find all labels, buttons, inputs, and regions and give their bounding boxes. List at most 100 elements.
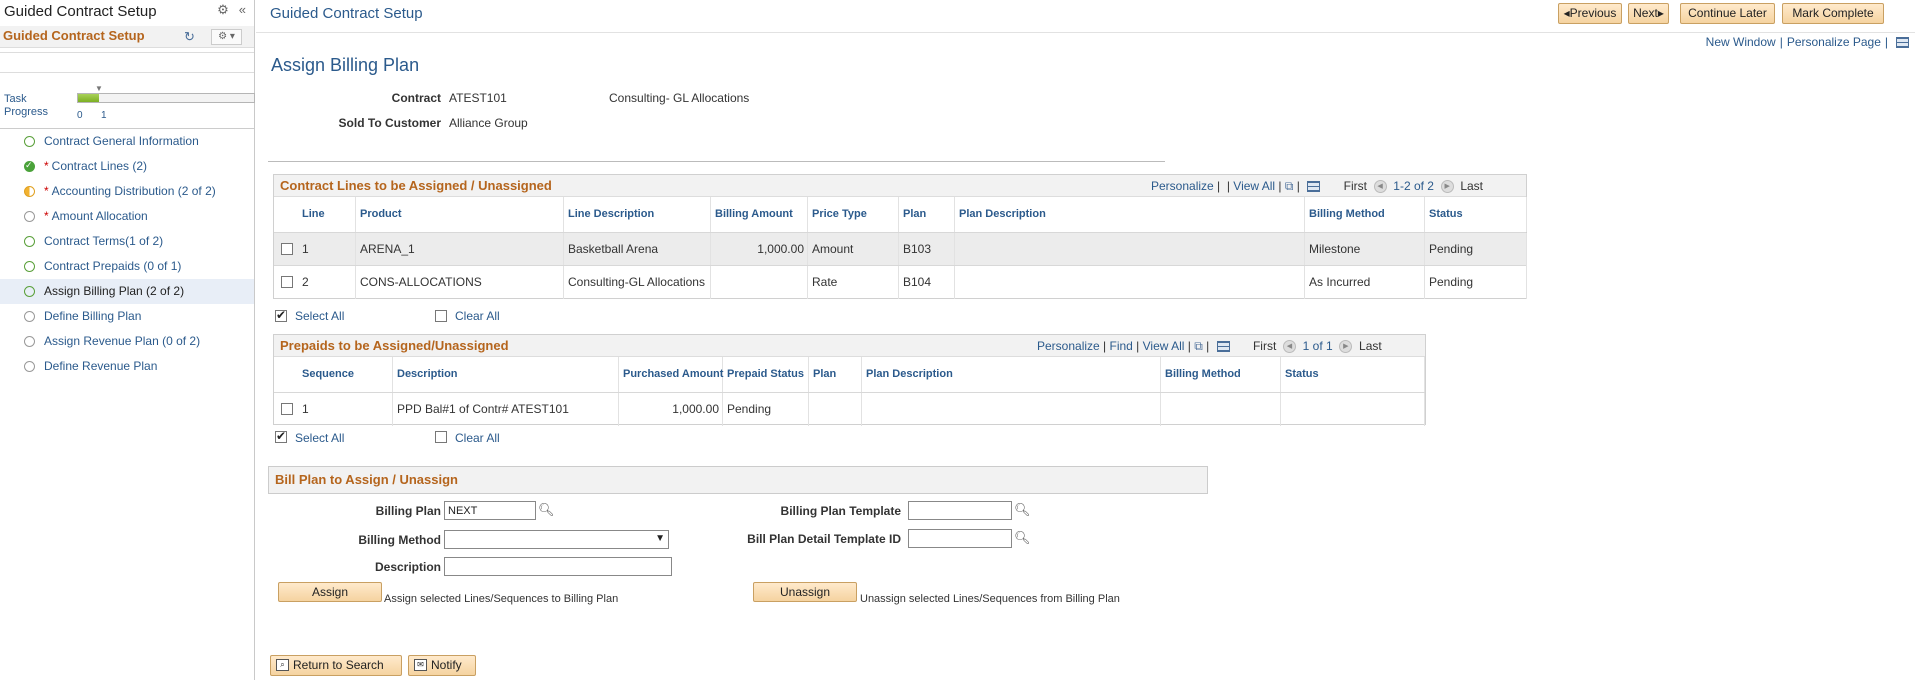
step-item[interactable]: Assign Revenue Plan (0 of 2) [0, 329, 254, 354]
step-item[interactable]: *Contract Lines (2) [0, 153, 254, 179]
refresh-icon[interactable]: ↻ [184, 29, 195, 45]
cell-plan [809, 393, 862, 426]
column-header[interactable]: Plan [899, 197, 955, 232]
mark-complete-button[interactable]: Mark Complete [1782, 3, 1884, 24]
column-header[interactable]: Price Type [808, 197, 899, 232]
return-to-search-label: Return to Search [293, 658, 384, 672]
download-grid-icon[interactable] [1216, 341, 1230, 353]
step-item[interactable]: Contract General Information [0, 129, 254, 154]
row-checkbox[interactable] [281, 276, 293, 288]
collapse-icon[interactable]: « [239, 2, 246, 17]
required-marker: * [44, 184, 49, 198]
description-input[interactable] [444, 557, 672, 576]
settings-icon[interactable]: ⚙ [217, 2, 229, 17]
step-item[interactable]: Contract Prepaids (0 of 1) [0, 254, 254, 279]
cell-product: CONS-ALLOCATIONS [356, 266, 564, 299]
view-all-link[interactable]: View All [1233, 179, 1275, 193]
select-all-checkbox[interactable] [275, 308, 287, 322]
column-header[interactable]: Billing Method [1161, 357, 1281, 392]
clear-all-link[interactable]: Clear All [455, 309, 500, 323]
prepaids-clear-all-link[interactable]: Clear All [455, 431, 500, 445]
column-header[interactable]: Description [393, 357, 619, 392]
column-header[interactable]: Plan [809, 357, 862, 392]
column-header[interactable]: Status [1425, 197, 1527, 232]
billing-method-select[interactable]: ▼ [444, 530, 669, 549]
step-item[interactable]: * Accounting Distribution (2 of 2) [0, 179, 254, 204]
next-row-icon[interactable]: ▶ [1339, 340, 1353, 354]
column-header[interactable]: Line Description [564, 197, 711, 232]
template-lookup-icon[interactable]: 🔍︎ [1014, 502, 1031, 518]
return-to-search-button[interactable]: ⌕ Return to Search [270, 655, 402, 676]
contract-lines-grid: Contract Lines to be Assigned / Unassign… [273, 174, 1527, 299]
column-header[interactable]: Plan Description [862, 357, 1161, 392]
personalize-page-link[interactable]: Personalize Page [1787, 35, 1881, 49]
assign-button[interactable]: Assign [278, 582, 382, 602]
column-header[interactable]: Status [1281, 357, 1425, 392]
row-checkbox[interactable] [281, 403, 293, 415]
prepaids-select-all-checkbox[interactable] [275, 429, 287, 443]
zoom-icon[interactable]: ⧉ [1194, 339, 1203, 353]
column-header[interactable]: Plan Description [955, 197, 1305, 232]
step-status-icon [24, 286, 35, 297]
prepaids-clear-all-checkbox[interactable] [435, 431, 447, 443]
step-item[interactable]: Assign Billing Plan (2 of 2) [0, 279, 254, 304]
search-icon: ⌕ [276, 659, 289, 671]
cell-plan[interactable]: B103 [899, 233, 955, 266]
clear-all-checkbox[interactable] [435, 310, 447, 322]
cell-plan[interactable]: B104 [899, 266, 955, 299]
continue-later-button[interactable]: Continue Later [1680, 3, 1775, 24]
help-grid-icon[interactable] [1896, 37, 1909, 49]
previous-row-icon[interactable]: ◀ [1373, 180, 1387, 194]
billing-plan-lookup-icon[interactable]: 🔍︎ [538, 502, 555, 518]
step-status-icon [24, 186, 35, 197]
notify-button[interactable]: ✉ Notify [408, 655, 476, 676]
download-grid-icon[interactable] [1307, 181, 1321, 193]
row-checkbox[interactable] [281, 243, 293, 255]
progress-marker-icon: ▼ [95, 84, 103, 93]
new-window-link[interactable]: New Window [1706, 35, 1776, 49]
step-label: Assign Billing Plan (2 of 2) [44, 284, 185, 298]
actions-menu-button[interactable]: ⚙ ▾ [211, 29, 242, 45]
column-header[interactable]: Prepaid Status [723, 357, 809, 392]
prepaids-select-all-link[interactable]: Select All [295, 431, 344, 445]
personalize-link[interactable]: Personalize [1151, 179, 1214, 193]
detail-template-lookup-icon[interactable]: 🔍︎ [1014, 530, 1031, 546]
column-header[interactable]: Line [298, 197, 356, 232]
step-item[interactable]: * Amount Allocation [0, 204, 254, 229]
task-progress-bar [77, 93, 255, 103]
select-all-link[interactable]: Select All [295, 309, 344, 323]
personalize-link[interactable]: Personalize [1037, 339, 1100, 353]
step-status-icon [24, 261, 35, 272]
step-label: Accounting Distribution (2 of 2) [51, 184, 216, 198]
previous-button[interactable]: ◂Previous [1558, 3, 1622, 24]
zoom-icon[interactable]: ⧉ [1285, 179, 1294, 193]
step-status-icon [24, 311, 35, 322]
bill-plan-detail-template-input[interactable] [908, 529, 1012, 548]
billing-plan-input[interactable] [444, 501, 536, 520]
billing-plan-template-input[interactable] [908, 501, 1012, 520]
table-row: 1 PPD Bal#1 of Contr# ATEST101 1,000.00 Pen… [274, 392, 1425, 426]
column-header[interactable]: Purchased Amount [619, 357, 723, 392]
row-range: 1-2 of 2 [1393, 179, 1434, 193]
previous-row-icon[interactable]: ◀ [1282, 340, 1296, 354]
grid-nav: Personalize | | View All | ⧉ | First ◀ 1… [1151, 179, 1484, 194]
first-label: First [1252, 339, 1277, 353]
step-item[interactable]: Define Revenue Plan [0, 354, 254, 379]
view-all-link[interactable]: View All [1143, 339, 1185, 353]
step-item[interactable]: Define Billing Plan [0, 304, 254, 329]
cell-method [1161, 393, 1281, 426]
column-header[interactable]: Product [356, 197, 564, 232]
unassign-button[interactable]: Unassign [753, 582, 857, 602]
next-label: Next [1633, 6, 1658, 20]
required-marker: * [44, 209, 49, 223]
next-button[interactable]: Next▸ [1628, 3, 1669, 24]
step-label: Contract Prepaids (0 of 1) [44, 259, 182, 273]
column-header[interactable]: Billing Amount [711, 197, 808, 232]
next-row-icon[interactable]: ▶ [1440, 180, 1454, 194]
cell-plan-desc [955, 233, 1305, 266]
cell-prepaid-status: Pending [723, 393, 809, 426]
column-header[interactable]: Sequence [298, 357, 393, 392]
find-link[interactable]: Find [1110, 339, 1133, 353]
column-header[interactable]: Billing Method [1305, 197, 1425, 232]
step-item[interactable]: Contract Terms(1 of 2) [0, 229, 254, 254]
